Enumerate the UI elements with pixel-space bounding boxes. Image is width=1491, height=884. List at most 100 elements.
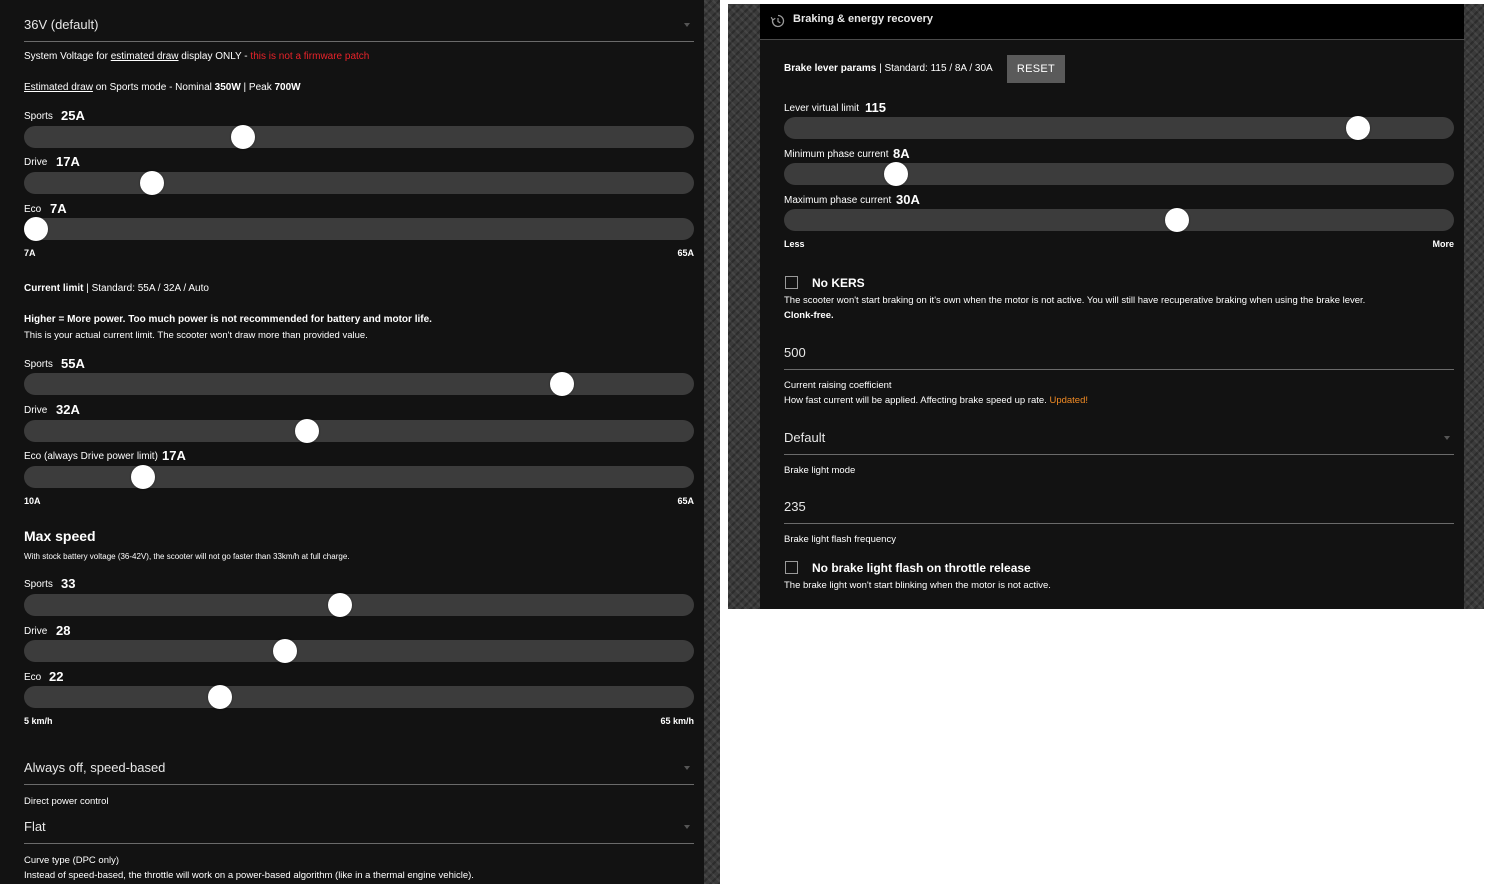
- braking-panel-header: Braking & energy recovery: [760, 4, 1464, 40]
- slider-label: Drive: [24, 157, 48, 168]
- range-max: 65A: [677, 248, 694, 258]
- slider-thumb[interactable]: [1346, 116, 1371, 140]
- draw-note: Estimated draw on Sports mode - Nominal …: [24, 82, 301, 93]
- raising-coeff-desc: How fast current will be applied. Affect…: [784, 395, 1088, 406]
- slider-track[interactable]: [24, 217, 694, 241]
- slider-thumb[interactable]: [327, 593, 352, 617]
- voltage-select[interactable]: 36V (default): [24, 12, 694, 42]
- updated-badge: Updated!: [1049, 395, 1089, 406]
- no-kers-checkbox[interactable]: [785, 276, 798, 289]
- current-limit-header: Current limit | Standard: 55A / 32A / Au…: [24, 283, 209, 294]
- voltage-note-pre: System Voltage for: [24, 51, 111, 62]
- slider-value: 30A: [896, 192, 920, 207]
- slider-value: 55A: [61, 356, 85, 371]
- slider-value: 25A: [61, 108, 85, 123]
- current-limit-warning: Higher = More power. Too much power is n…: [24, 314, 432, 325]
- slider-value: 115: [865, 100, 886, 115]
- slider-value: 33: [61, 576, 76, 591]
- range-max: 65A: [677, 496, 694, 506]
- range-max: 65 km/h: [660, 716, 694, 726]
- slider-track[interactable]: [784, 116, 1454, 140]
- no-flash-desc: The brake light won't start blinking whe…: [784, 580, 1051, 591]
- slider-track[interactable]: [24, 639, 694, 663]
- slider-track[interactable]: [24, 685, 694, 709]
- dpc-select[interactable]: Always off, speed-based: [24, 755, 694, 785]
- voltage-note-mid: display ONLY -: [178, 51, 251, 62]
- brake-light-mode-value: Default: [784, 430, 826, 445]
- slider-value: 7A: [50, 201, 67, 216]
- brake-params-title: Brake lever params: [784, 63, 877, 74]
- slider-thumb[interactable]: [230, 125, 255, 149]
- estimated-draw-link[interactable]: estimated draw: [111, 51, 179, 62]
- draw-note-text1: on Sports mode - Nominal: [92, 82, 215, 93]
- brake-light-mode-label: Brake light mode: [784, 465, 856, 476]
- dpc-select-value: Always off, speed-based: [24, 760, 166, 775]
- range-min: 7A: [24, 248, 36, 258]
- max-speed-note: With stock battery voltage (36-42V), the…: [24, 552, 350, 561]
- slider-track[interactable]: [24, 465, 694, 489]
- panel-border: [1464, 4, 1484, 609]
- slider-label: Maximum phase current: [784, 195, 892, 206]
- slider-label: Minimum phase current: [784, 149, 889, 160]
- curve-label: Curve type (DPC only): [24, 855, 120, 866]
- slider-value: 28: [56, 623, 71, 638]
- voltage-note: System Voltage for estimated draw displa…: [24, 51, 369, 62]
- firmware-warning: this is not a firmware patch: [250, 51, 370, 62]
- slider-thumb[interactable]: [295, 419, 320, 443]
- no-flash-title: No brake light flash on throttle release: [812, 561, 1031, 575]
- slider-thumb[interactable]: [130, 465, 155, 489]
- slider-thumb[interactable]: [140, 171, 165, 195]
- slider-track[interactable]: [24, 372, 694, 396]
- slider-value: 8A: [893, 146, 910, 161]
- slider-track[interactable]: [784, 162, 1454, 186]
- slider-thumb[interactable]: [1165, 208, 1190, 232]
- slider-label: Eco (always Drive power limit): [24, 451, 158, 462]
- braking-panel-title: Braking & energy recovery: [793, 13, 934, 25]
- estimated-draw-link-2[interactable]: Estimated draw: [24, 82, 93, 93]
- slider-label: Drive: [24, 405, 48, 416]
- slider-thumb[interactable]: [208, 685, 233, 709]
- slider-track[interactable]: [784, 208, 1454, 232]
- brake-light-mode-select[interactable]: Default: [784, 425, 1454, 455]
- slider-thumb[interactable]: [24, 217, 48, 241]
- slider-value: 17A: [56, 154, 80, 169]
- slider-track[interactable]: [24, 419, 694, 443]
- slider-value: 22: [49, 669, 64, 684]
- slider-label: Sports: [24, 579, 53, 590]
- brake-params-header: Brake lever params | Standard: 115 / 8A …: [784, 63, 993, 74]
- range-min: Less: [784, 239, 805, 249]
- current-limit-desc: This is your actual current limit. The s…: [24, 330, 368, 341]
- no-flash-checkbox[interactable]: [785, 561, 798, 574]
- flash-frequency-value: 235: [784, 499, 806, 514]
- slider-track[interactable]: [24, 593, 694, 617]
- slider-thumb[interactable]: [272, 639, 297, 663]
- raising-coeff-value: 500: [784, 345, 806, 360]
- slider-track[interactable]: [24, 171, 694, 195]
- slider-label: Sports: [24, 111, 53, 122]
- brake-params-standard: | Standard: 115 / 8A / 30A: [876, 63, 993, 74]
- flash-frequency-input[interactable]: 235: [784, 494, 1454, 524]
- no-kers-desc: The scooter won't start braking on it's …: [784, 295, 1366, 306]
- curve-select[interactable]: Flat: [24, 814, 694, 844]
- slider-label: Sports: [24, 359, 53, 370]
- history-icon: [770, 14, 785, 28]
- slider-track[interactable]: [24, 125, 694, 149]
- reset-button[interactable]: RESET: [1007, 55, 1065, 83]
- range-min: 5 km/h: [24, 716, 53, 726]
- slider-thumb[interactable]: [550, 372, 575, 396]
- panel-border: [728, 4, 760, 609]
- current-limit-standard: | Standard: 55A / 32A / Auto: [83, 283, 209, 294]
- slider-label: Lever virtual limit: [784, 103, 860, 114]
- flash-frequency-label: Brake light flash frequency: [784, 534, 896, 545]
- slider-label: Drive: [24, 626, 48, 637]
- chevron-down-icon: [684, 23, 690, 27]
- raising-coeff-input[interactable]: 500: [784, 340, 1454, 370]
- slider-thumb[interactable]: [884, 162, 909, 186]
- max-speed-title: Max speed: [24, 528, 96, 544]
- curve-note: Instead of speed-based, the throttle wil…: [24, 870, 474, 881]
- draw-note-text2: | Peak: [240, 82, 275, 93]
- peak-power: 700W: [274, 82, 301, 93]
- nominal-power: 350W: [214, 82, 241, 93]
- current-limit-title: Current limit: [24, 283, 84, 294]
- voltage-select-value: 36V (default): [24, 17, 99, 32]
